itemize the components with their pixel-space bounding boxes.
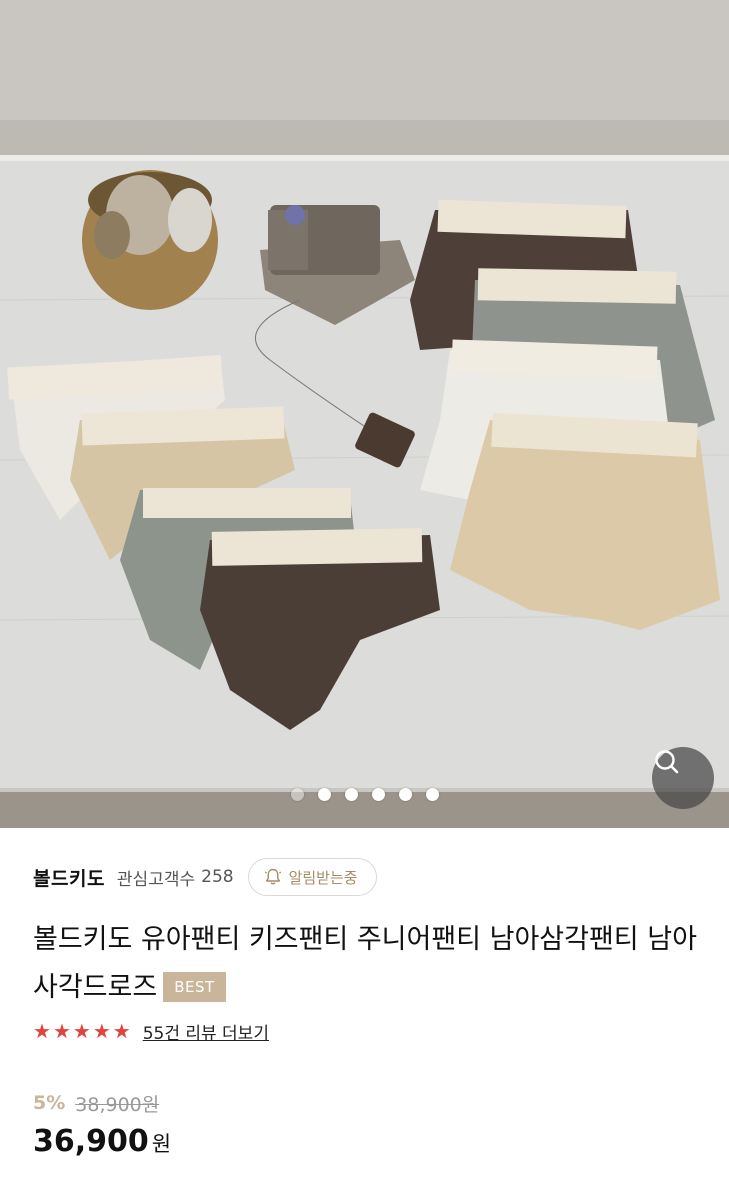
current-price: 36,900 (33, 1124, 149, 1159)
product-image[interactable] (0, 0, 729, 828)
currency-unit: 원 (151, 1132, 172, 1156)
carousel-dot-6[interactable] (425, 787, 439, 801)
carousel-dot-4[interactable] (371, 787, 385, 801)
star-icon: ★ (52, 1019, 71, 1043)
brand-row: 볼드키도 관심고객수 258 알림받는중 (33, 852, 377, 902)
search-icon (655, 750, 679, 774)
product-title: 볼드키도 유아팬티 키즈팬티 주니어팬티 남아삼각팬티 남아사각드로즈 BEST (33, 916, 703, 1012)
brand-name[interactable]: 볼드키도 (33, 864, 105, 891)
carousel-dot-5[interactable] (398, 787, 412, 801)
original-price: 38,900원 (75, 1093, 160, 1116)
review-more-link[interactable]: 55건 리뷰 더보기 (143, 1019, 269, 1044)
discount-row: 5% 38,900원 (33, 1088, 159, 1118)
carousel-dot-2[interactable] (317, 787, 331, 801)
product-photo-illustration (0, 0, 729, 828)
star-icon: ★ (112, 1019, 131, 1043)
bell-icon (264, 868, 281, 885)
star-icon: ★ (33, 1019, 51, 1043)
star-rating: ★ ★ ★ ★ ★ (33, 1021, 131, 1041)
notify-label: 알림받는중 (288, 868, 358, 887)
product-title-text: 볼드키도 유아팬티 키즈팬티 주니어팬티 남아삼각팬티 남아사각드로즈 (33, 924, 697, 1003)
review-row: ★ ★ ★ ★ ★ 55건 리뷰 더보기 (33, 1017, 269, 1045)
best-badge: BEST (163, 972, 226, 1002)
notify-button[interactable]: 알림받는중 (247, 858, 377, 896)
carousel-pagination (0, 786, 729, 802)
follower-count: 258 (201, 867, 234, 887)
discount-rate: 5% (33, 1092, 66, 1114)
follower-label: 관심고객수 (116, 869, 196, 890)
star-icon: ★ (72, 1019, 91, 1043)
carousel-dot-1[interactable] (290, 787, 304, 801)
price-row: 36,900 원 (33, 1124, 171, 1166)
star-icon: ★ (92, 1019, 111, 1043)
carousel-dot-3[interactable] (344, 787, 358, 801)
